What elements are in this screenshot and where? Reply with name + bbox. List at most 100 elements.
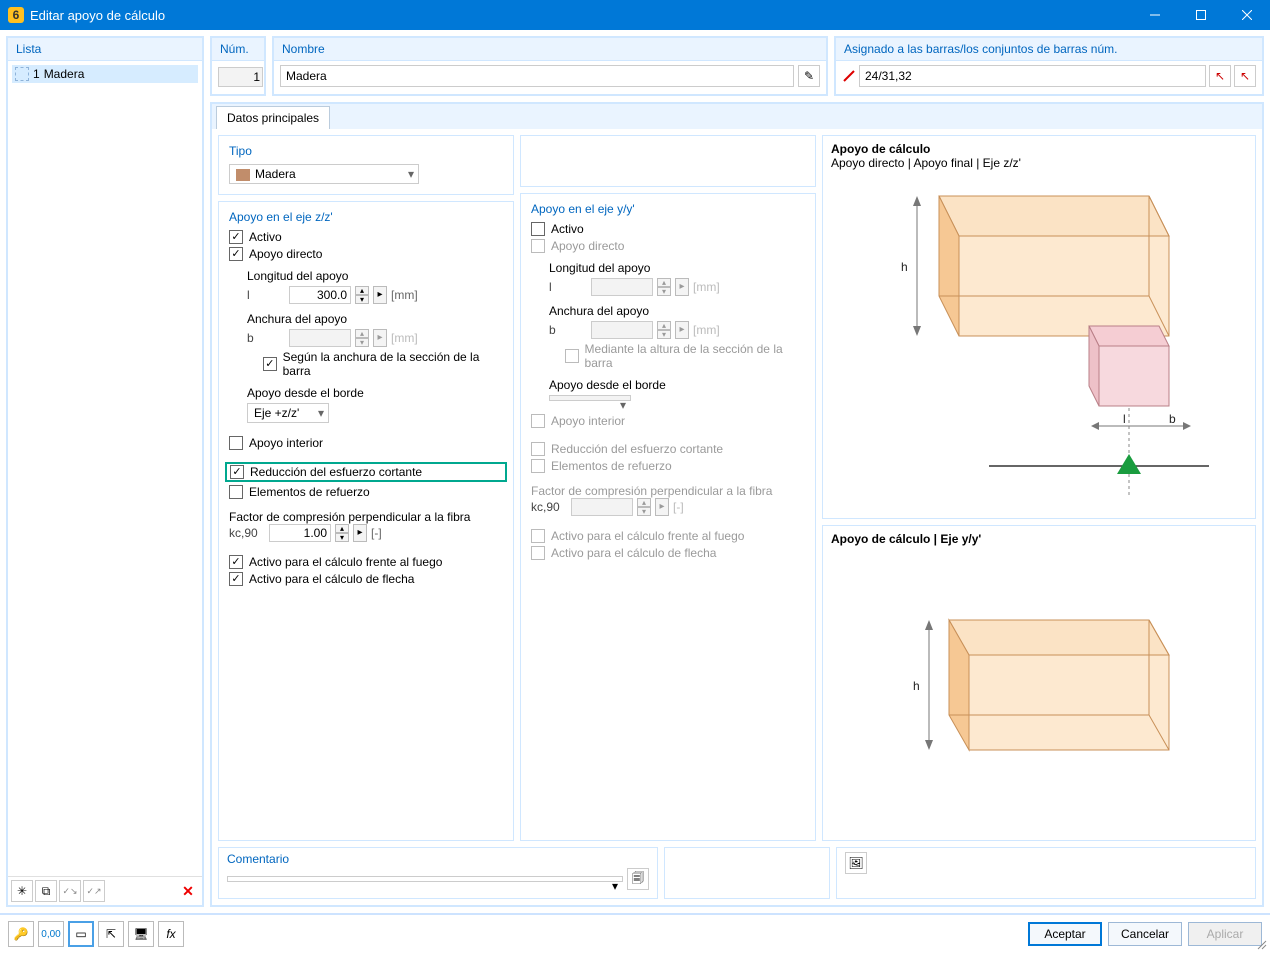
units-button[interactable]: 0,00 (38, 921, 64, 947)
graphic-icon: 🖥 (133, 927, 148, 941)
function-button[interactable]: fx (158, 921, 184, 947)
svg-text:b: b (1169, 412, 1176, 426)
tipo-combo[interactable]: Madera (229, 164, 419, 184)
zz-reinf-checkbox[interactable] (229, 485, 243, 499)
maximize-button[interactable] (1178, 0, 1224, 30)
ok-button[interactable]: Aceptar (1028, 922, 1102, 946)
help-button[interactable]: 🔑 (8, 921, 34, 947)
list-item-label: Madera (44, 67, 85, 81)
close-button[interactable] (1224, 0, 1270, 30)
zz-active-checkbox[interactable] (229, 230, 243, 244)
pick-icon: ⇱ (106, 927, 116, 941)
yy-width-opt-label: Mediante la altura de la sección de la b… (585, 342, 805, 370)
list-item-icon (15, 67, 29, 81)
zz-kc-unit: [-] (371, 526, 382, 540)
yy-direct-label: Apoyo directo (551, 239, 624, 253)
yy-defl-checkbox (531, 546, 545, 560)
preview-zz-title: Apoyo de cálculo (831, 142, 1247, 156)
zz-title: Apoyo en el eje z/z' (229, 210, 503, 224)
tipo-title: Tipo (229, 144, 503, 158)
rename-button[interactable]: ✎ (798, 65, 820, 87)
zz-inner-checkbox[interactable] (229, 436, 243, 450)
zz-active-label: Activo (249, 230, 282, 244)
yy-length-unit: [mm] (693, 280, 720, 294)
spinner-down: ▾ (637, 507, 651, 516)
spinner-up[interactable]: ▴ (335, 524, 349, 533)
svg-text:h: h (913, 679, 920, 693)
comment-label: Comentario (227, 852, 649, 866)
spinner-down[interactable]: ▾ (335, 533, 349, 542)
fx-icon: fx (166, 927, 175, 941)
stepper-button: ▸ (675, 278, 689, 296)
check-icon: ✓↗ (86, 886, 101, 897)
zz-length-label: Longitud del apoyo (247, 269, 503, 283)
assign-label: Asignado a las barras/los conjuntos de b… (836, 38, 1262, 61)
spinner-down[interactable]: ▾ (355, 295, 369, 304)
yy-shear-label: Reducción del esfuerzo cortante (551, 442, 723, 456)
yy-active-checkbox[interactable] (531, 222, 545, 236)
resize-grip-icon[interactable] (1256, 939, 1268, 951)
pick-set-button[interactable]: ↖ (1234, 65, 1256, 87)
comment-edit-button[interactable]: 🗐 (627, 868, 649, 890)
assign-input[interactable] (859, 65, 1206, 87)
yy-inner-label: Apoyo interior (551, 414, 625, 428)
stepper-button[interactable]: ▸ (373, 286, 387, 304)
minimize-button[interactable] (1132, 0, 1178, 30)
new-button[interactable]: ✳ (11, 880, 33, 902)
zz-width-opt-checkbox[interactable] (263, 357, 277, 371)
apply-button: Aplicar (1188, 922, 1262, 946)
copy-button[interactable]: ⧉ (35, 880, 57, 902)
zz-edge-combo[interactable]: Eje +z/z' (247, 403, 329, 423)
stepper-button[interactable]: ▸ (353, 524, 367, 542)
yy-kc-input (571, 498, 633, 516)
zz-kc-label: Factor de compresión perpendicular a la … (229, 510, 503, 524)
zz-length-symbol: l (247, 288, 285, 302)
zz-width-input (289, 329, 351, 347)
yy-reinf-checkbox (531, 459, 545, 473)
key-icon: 🔑 (14, 927, 29, 941)
spinner-up: ▴ (355, 329, 369, 338)
svg-text:h: h (901, 260, 908, 274)
zz-kc-input[interactable] (269, 524, 331, 542)
zz-shear-checkbox[interactable] (230, 465, 244, 479)
export-image-button[interactable]: 🖼 (845, 852, 867, 874)
spinner-up[interactable]: ▴ (355, 286, 369, 295)
zz-length-input[interactable] (289, 286, 351, 304)
yy-fire-checkbox (531, 529, 545, 543)
image-icon: 🖼 (848, 856, 863, 870)
cursor-icon: ↖ (1215, 69, 1225, 83)
check-in-button[interactable]: ✓↘ (59, 880, 81, 902)
yy-kc-symbol: kc,90 (531, 500, 567, 514)
tab-main-data[interactable]: Datos principales (216, 106, 330, 129)
yy-length-symbol: l (549, 280, 587, 294)
yy-width-unit: [mm] (693, 323, 720, 337)
yy-direct-checkbox (531, 239, 545, 253)
svg-text:l: l (1123, 412, 1126, 426)
yy-title: Apoyo en el eje y/y' (531, 202, 805, 216)
zz-fire-checkbox[interactable] (229, 555, 243, 569)
view-button[interactable]: ▭ (68, 921, 94, 947)
check-out-button[interactable]: ✓↗ (83, 880, 105, 902)
cancel-button[interactable]: Cancelar (1108, 922, 1182, 946)
view-icon: ▭ (75, 927, 86, 941)
graphic-button[interactable]: 🖥 (128, 921, 154, 947)
note-icon: 🗐 (632, 869, 644, 890)
zz-reinf-label: Elementos de refuerzo (249, 485, 370, 499)
delete-icon: ✕ (182, 883, 194, 900)
name-input[interactable] (280, 65, 794, 87)
zz-direct-checkbox[interactable] (229, 247, 243, 261)
pick-button[interactable]: ⇱ (98, 921, 124, 947)
zz-defl-checkbox[interactable] (229, 572, 243, 586)
list-item-num: 1 (33, 67, 40, 81)
yy-active-label: Activo (551, 222, 584, 236)
yy-kc-label: Factor de compresión perpendicular a la … (531, 484, 805, 498)
comment-combo[interactable] (227, 876, 623, 882)
num-label: Núm. (212, 38, 264, 61)
spinner-up: ▴ (637, 498, 651, 507)
list-item[interactable]: 1 Madera (12, 65, 198, 83)
num-input[interactable] (218, 67, 263, 87)
yy-reinf-label: Elementos de refuerzo (551, 459, 672, 473)
zz-fire-label: Activo para el cálculo frente al fuego (249, 555, 442, 569)
delete-button[interactable]: ✕ (177, 880, 199, 902)
pick-member-button[interactable]: ↖ (1209, 65, 1231, 87)
